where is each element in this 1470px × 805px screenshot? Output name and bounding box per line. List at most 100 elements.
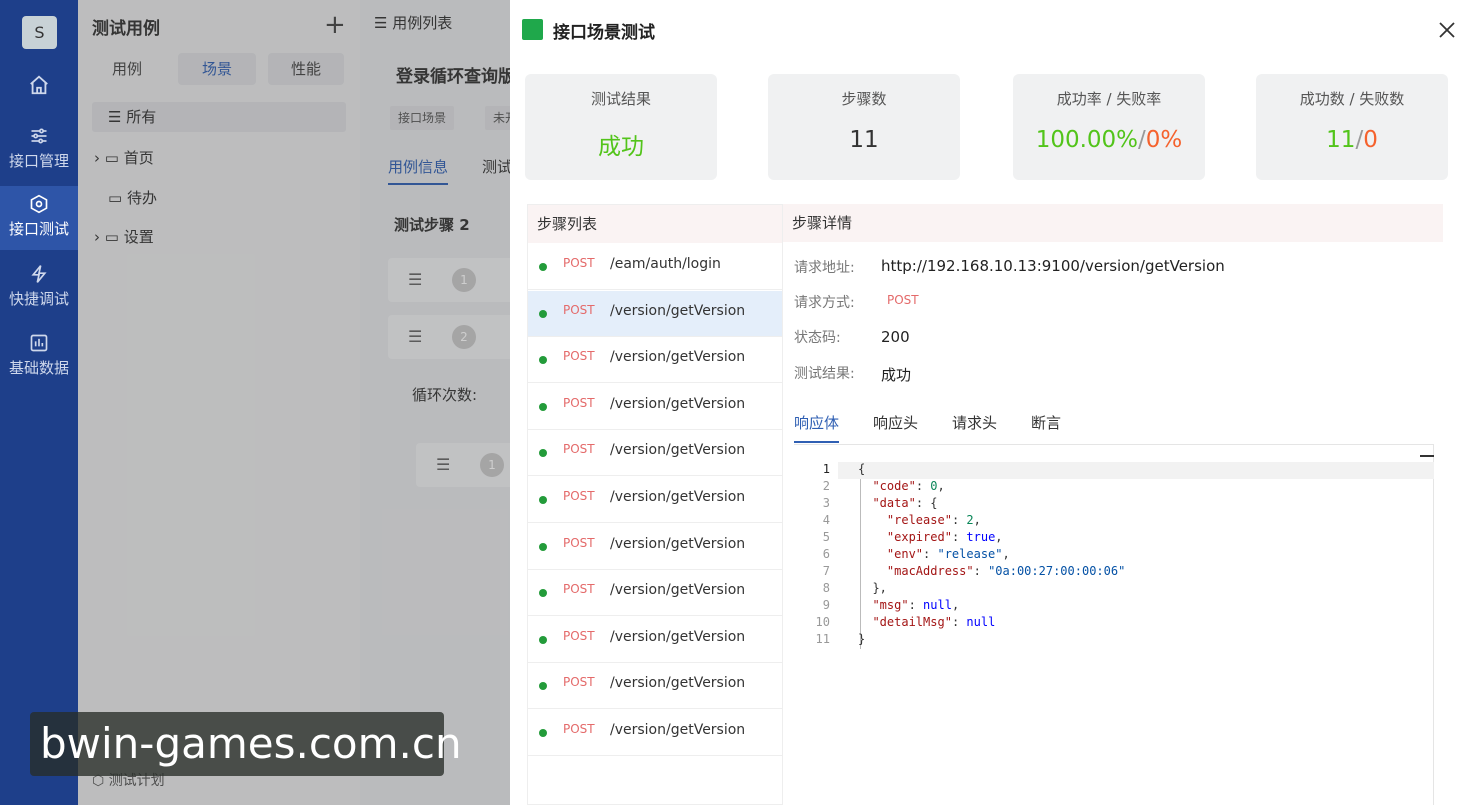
- status-dot: [539, 449, 547, 458]
- step-method: POST: [563, 349, 595, 364]
- nav-item-label: 接口测试: [8, 220, 69, 238]
- step-list-item[interactable]: POST/version/getVersion: [528, 384, 782, 430]
- step-list-item[interactable]: POST/eam/auth/login: [528, 244, 782, 290]
- code-line: "data": {: [872, 496, 938, 510]
- line-number: 5: [822, 530, 830, 544]
- step-list-item[interactable]: POST/version/getVersion: [528, 710, 782, 756]
- modal-overlay[interactable]: [78, 0, 510, 805]
- method-value: POST: [887, 293, 919, 307]
- line-number: 1: [822, 462, 830, 476]
- response-body-editor[interactable]: 1 {2 "code": 0, 3 "data": {4 "release": 2,…: [806, 462, 1434, 662]
- hexagon-icon: [30, 194, 48, 214]
- card-value: 成功: [598, 134, 644, 160]
- url-label: 请求地址:: [794, 260, 855, 276]
- step-path: /version/getVersion: [610, 302, 746, 319]
- code-line: "macAddress": "0a:00:27:00:00:06": [886, 564, 1126, 578]
- step-path: /version/getVersion: [610, 722, 746, 738]
- step-list-title: 步骤列表: [528, 205, 782, 243]
- nav-item-label: 接口管理: [8, 152, 69, 170]
- sliders-icon: [31, 128, 47, 144]
- close-icon[interactable]: [1437, 20, 1457, 40]
- tab-response-body[interactable]: 响应体: [794, 412, 840, 443]
- step-method: POST: [563, 628, 595, 643]
- line-number: 9: [822, 598, 830, 612]
- step-method: POST: [563, 489, 595, 503]
- step-list-item[interactable]: POST/version/getVersion: [528, 663, 782, 710]
- home-icon[interactable]: [28, 74, 50, 96]
- step-list-item[interactable]: POST/version/getVersion: [528, 430, 782, 477]
- nav-item-api-management[interactable]: 接口管理: [0, 118, 78, 182]
- step-method: POST: [563, 256, 595, 270]
- drawer-title: 接口场景测试: [553, 23, 655, 43]
- step-method: POST: [563, 582, 595, 597]
- step-list-item[interactable]: POST/version/getVersion: [528, 337, 782, 384]
- card-label: 步骤数: [841, 90, 887, 108]
- step-method: POST: [563, 442, 595, 457]
- nav-item-quick-debug[interactable]: 快捷调试: [0, 256, 78, 320]
- step-method: POST: [563, 535, 595, 550]
- step-list-panel: 步骤列表 POST/eam/auth/login POST/version/get…: [527, 204, 783, 805]
- code-line: {: [858, 462, 866, 476]
- status-dot: [539, 496, 547, 504]
- step-list-item[interactable]: POST/version/getVersion: [528, 477, 782, 523]
- code-line: },: [858, 581, 887, 595]
- code-line: "expired": true,: [886, 530, 1003, 544]
- step-method: POST: [563, 675, 595, 690]
- line-number: 2: [822, 479, 830, 493]
- line-number: 8: [822, 581, 830, 595]
- code-line: }: [858, 632, 866, 646]
- tab-request-headers[interactable]: 请求头: [952, 412, 997, 433]
- code-line: "release": 2,: [886, 513, 981, 527]
- nav-item-label: 快捷调试: [8, 290, 69, 308]
- result-label: 测试结果:: [794, 366, 855, 382]
- avatar[interactable]: S: [22, 16, 57, 49]
- step-method: POST: [563, 395, 595, 410]
- current-line-highlight: [838, 462, 1434, 479]
- card-success-count: 成功数 / 失败数 11/0: [1256, 74, 1448, 180]
- code-line: "detailMsg": null: [872, 615, 996, 629]
- step-path: /version/getVersion: [610, 535, 746, 552]
- status-dot: [539, 682, 547, 691]
- card-label: 成功数 / 失败数: [1299, 90, 1405, 108]
- status-dot: [539, 542, 547, 551]
- nav-item-label: 基础数据: [8, 359, 69, 377]
- step-list-item[interactable]: POST/version/getVersion: [528, 290, 782, 337]
- step-list-item[interactable]: POST/version/getVersion: [528, 617, 782, 663]
- card-value: 100.00%/0%: [1013, 127, 1205, 153]
- status-dot: [539, 729, 547, 737]
- app-logo-icon: [522, 19, 543, 40]
- card-success-rate: 成功率 / 失败率 100.00%/0%: [1013, 74, 1205, 180]
- tab-assertions[interactable]: 断言: [1031, 412, 1061, 433]
- step-path: /version/getVersion: [610, 582, 746, 599]
- step-list-item[interactable]: POST/version/getVersion: [528, 524, 782, 570]
- step-path: /version/getVersion: [610, 489, 746, 505]
- url-value: http://192.168.10.13:9100/version/getVer…: [881, 257, 1225, 275]
- chart-icon: [30, 334, 48, 352]
- step-path: /eam/auth/login: [610, 256, 721, 272]
- code-line: "code": 0,: [872, 479, 945, 493]
- separator: /: [1138, 127, 1146, 153]
- nav-item-api-test[interactable]: 接口测试: [0, 186, 78, 250]
- step-method: POST: [563, 302, 595, 317]
- result-value: 成功: [881, 366, 912, 384]
- card-value: 11: [849, 127, 879, 153]
- card-label: 测试结果: [590, 90, 651, 108]
- tab-response-headers[interactable]: 响应头: [873, 412, 918, 433]
- nav-item-base-data[interactable]: 基础数据: [0, 325, 78, 389]
- status-dot: [539, 356, 547, 365]
- status-label: 状态码:: [794, 330, 841, 346]
- step-list-item[interactable]: POST/version/getVersion: [528, 570, 782, 617]
- collapse-icon[interactable]: [1420, 455, 1434, 457]
- success-count: 11: [1326, 127, 1356, 153]
- left-nav: S 接口管理 接口测试 快捷调试 基础数据: [0, 0, 78, 805]
- line-number: 3: [822, 496, 830, 510]
- status-dot: [539, 402, 547, 411]
- card-step-count: 步骤数 11: [768, 74, 960, 180]
- watermark: bwin-games.com.cn: [30, 712, 462, 776]
- step-detail-title: 步骤详情: [783, 204, 1443, 242]
- fail-count: 0: [1363, 127, 1378, 153]
- card-value: 11/0: [1256, 127, 1448, 153]
- step-method: POST: [563, 722, 595, 736]
- code-line: "env": "release",: [886, 547, 1010, 561]
- scenario-test-drawer: 接口场景测试 测试结果 成功 步骤数 11 成功率 / 失败率 100.00%/…: [510, 0, 1470, 805]
